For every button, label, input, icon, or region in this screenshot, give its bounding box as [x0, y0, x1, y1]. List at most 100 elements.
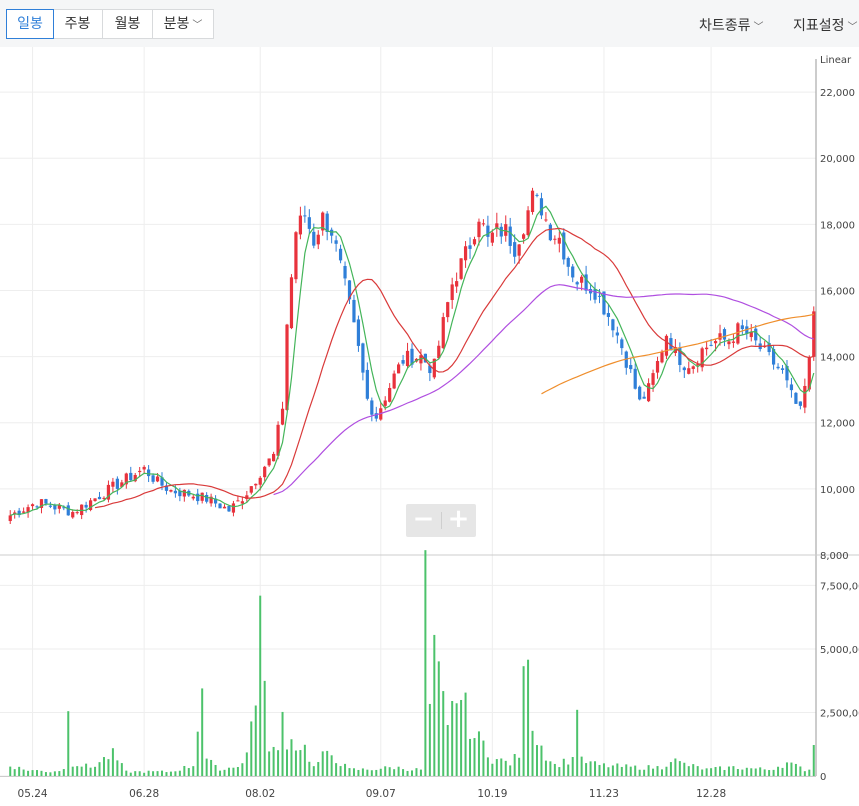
- candle-body: [472, 239, 477, 245]
- candle-body: [258, 477, 262, 485]
- candle-body: [646, 383, 651, 402]
- candle-body: [303, 215, 307, 217]
- volume-bar: [245, 752, 248, 776]
- volume-bar: [183, 765, 186, 776]
- volume-bar: [629, 766, 632, 776]
- volume-bar: [469, 738, 472, 776]
- volume-bar: [393, 769, 396, 776]
- volume-bar: [388, 767, 391, 776]
- volume-bar: [549, 761, 552, 776]
- candle-body: [548, 224, 552, 241]
- volume-bar: [527, 659, 530, 776]
- volume-bar: [433, 634, 436, 776]
- chart-type-menu[interactable]: 차트종류 ﹀: [699, 15, 764, 35]
- candle-body: [200, 492, 204, 501]
- volume-bar: [625, 764, 628, 776]
- candle-body: [776, 366, 780, 369]
- volume-bar: [352, 768, 355, 776]
- volume-bar: [290, 739, 293, 776]
- candle-body: [620, 339, 624, 349]
- candle-body: [222, 506, 227, 509]
- candle-body: [147, 469, 151, 477]
- candle-body: [97, 496, 102, 500]
- candle-body: [499, 226, 503, 237]
- candle-body: [182, 489, 186, 497]
- candle-body: [798, 401, 802, 406]
- volume-bar: [357, 769, 360, 776]
- candle-body: [218, 503, 222, 509]
- candle-body: [365, 369, 369, 399]
- volume-bar: [607, 767, 610, 776]
- minus-icon[interactable]: −: [406, 504, 441, 537]
- candle-body: [486, 225, 490, 237]
- volume-bar: [638, 769, 641, 776]
- volume-bar: [308, 761, 311, 776]
- volume-bar: [705, 768, 708, 776]
- volume-bar: [13, 769, 16, 776]
- volume-bar: [495, 759, 498, 776]
- volume-bar: [192, 766, 195, 776]
- volume-bar: [361, 768, 364, 776]
- candle-body: [566, 257, 570, 267]
- volume-bar: [80, 766, 83, 776]
- candle-body: [490, 232, 494, 243]
- volume-bar: [250, 721, 253, 776]
- volume-bar: [482, 740, 485, 776]
- volume-bar: [165, 772, 168, 776]
- candle-body: [397, 364, 401, 374]
- stock-chart[interactable]: 8,000 10,000 12,000 14,000 16,000 18,000 20,00…: [0, 47, 859, 806]
- tab-minute[interactable]: 분봉 ﹀: [153, 10, 213, 38]
- indicator-menu[interactable]: 지표설정 ﹀: [793, 15, 858, 35]
- volume-bar: [317, 762, 320, 776]
- candle-body: [664, 335, 669, 356]
- volume-bar: [719, 766, 722, 776]
- volume-bar: [268, 751, 271, 776]
- candle-body: [44, 499, 48, 504]
- volume-bar: [147, 770, 150, 776]
- volume-bar: [562, 758, 565, 776]
- volume-bar: [303, 744, 306, 776]
- volume-bar: [794, 763, 797, 776]
- candle-body: [812, 311, 816, 357]
- volume-bar: [491, 763, 494, 776]
- volume-bar: [348, 768, 351, 776]
- volume-bar: [696, 766, 699, 776]
- volume-tick-label: 0: [820, 772, 826, 783]
- volume-bar: [40, 770, 43, 776]
- plus-icon[interactable]: +: [441, 504, 476, 537]
- volume-bar: [138, 771, 141, 776]
- volume-bar: [759, 767, 762, 776]
- volume-bar: [477, 731, 480, 776]
- volume-bar: [111, 748, 114, 776]
- volume-bar: [223, 769, 226, 776]
- volume-bar: [219, 770, 222, 776]
- tab-monthly[interactable]: 월봉: [103, 10, 153, 38]
- volume-bar: [455, 703, 458, 776]
- volume-bar: [174, 771, 177, 776]
- volume-bar: [406, 770, 409, 776]
- tab-weekly[interactable]: 주봉: [53, 10, 103, 38]
- candle-body: [597, 295, 602, 297]
- candle-body: [388, 387, 392, 402]
- volume-bar: [442, 691, 445, 776]
- volume-bar: [652, 768, 655, 776]
- candle-body: [691, 366, 695, 369]
- volume-bar: [451, 701, 454, 776]
- candle-body: [530, 190, 535, 213]
- volume-bar: [772, 769, 775, 776]
- candle-body: [285, 324, 289, 410]
- candle-body: [254, 483, 258, 486]
- candle-body: [789, 384, 794, 391]
- candle-body: [352, 299, 356, 323]
- volume-bar: [777, 766, 780, 776]
- volume-bar: [312, 766, 315, 776]
- volume-bar: [366, 769, 369, 776]
- candle-body: [803, 385, 807, 408]
- candle-body: [22, 511, 26, 513]
- volume-bar: [411, 770, 413, 776]
- candle-body: [343, 265, 347, 279]
- candle-body: [196, 493, 200, 502]
- volume-bar: [232, 767, 235, 776]
- candle-body: [557, 237, 561, 244]
- tab-daily[interactable]: 일봉: [6, 9, 54, 39]
